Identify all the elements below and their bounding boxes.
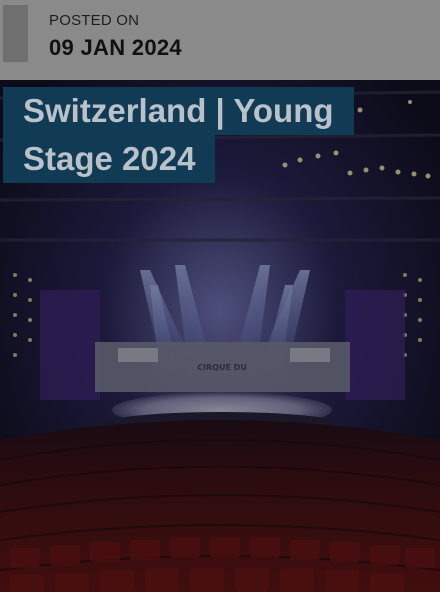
post-meta-header: POSTED ON 09 JAN 2024 — [0, 0, 440, 80]
posted-on-label: POSTED ON — [49, 12, 140, 29]
post-title[interactable]: Switzerland | Young Stage 2024 — [3, 87, 354, 183]
post-title-line-1[interactable]: Switzerland | Young — [3, 87, 354, 135]
post-title-line-2[interactable]: Stage 2024 — [3, 135, 216, 183]
date-accent-bar — [3, 5, 28, 62]
posted-date: 09 JAN 2024 — [49, 35, 182, 60]
